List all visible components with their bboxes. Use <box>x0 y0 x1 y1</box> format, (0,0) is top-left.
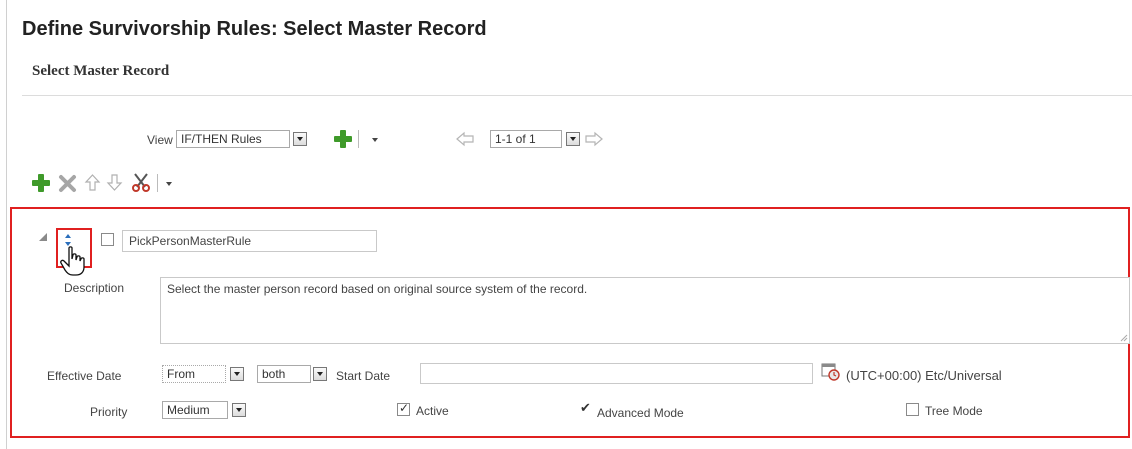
reorder-handle-icon[interactable] <box>64 234 72 246</box>
more-actions-chevron-icon[interactable] <box>166 182 172 186</box>
effective-from-dropdown-button[interactable] <box>230 367 244 381</box>
effective-both-select[interactable]: both <box>257 365 311 383</box>
description-textarea[interactable]: Select the master person record based on… <box>160 277 1130 344</box>
calendar-clock-icon[interactable] <box>821 362 841 382</box>
rule-name-input[interactable]: PickPersonMasterRule <box>122 230 377 252</box>
rule-name-value: PickPersonMasterRule <box>129 234 252 248</box>
delete-icon[interactable] <box>58 174 77 193</box>
priority-label: Priority <box>90 405 128 419</box>
start-date-label: Start Date <box>336 369 391 383</box>
pager-dropdown-button[interactable] <box>566 132 580 146</box>
effective-both-value: both <box>262 367 286 381</box>
previous-page-icon[interactable] <box>455 131 475 147</box>
toolbar-separator-2 <box>157 174 158 192</box>
view-label: View <box>147 133 173 147</box>
effective-both-dropdown-button[interactable] <box>313 367 327 381</box>
add-rule-icon[interactable] <box>333 129 353 149</box>
active-checkbox[interactable] <box>397 401 410 416</box>
move-down-icon[interactable] <box>106 173 123 192</box>
effective-from-select[interactable]: From <box>162 365 226 383</box>
hand-cursor-icon <box>60 246 85 276</box>
priority-select[interactable]: Medium <box>162 401 228 419</box>
description-value: Select the master person record based on… <box>167 282 588 296</box>
priority-dropdown-button[interactable] <box>232 403 246 417</box>
page-title: Define Survivorship Rules: Select Master… <box>22 18 487 40</box>
priority-value: Medium <box>167 403 210 417</box>
collapse-toggle-icon[interactable] <box>38 232 48 242</box>
cut-icon[interactable] <box>131 172 151 192</box>
pager-value: 1-1 of 1 <box>495 132 536 146</box>
start-date-input[interactable] <box>420 363 813 384</box>
next-page-icon[interactable] <box>584 131 604 147</box>
add-icon[interactable] <box>31 173 51 193</box>
effective-date-label: Effective Date <box>47 369 122 383</box>
effective-from-value: From <box>167 367 195 381</box>
pager-select[interactable]: 1-1 of 1 <box>490 130 562 148</box>
view-select[interactable]: IF/THEN Rules <box>176 130 290 148</box>
divider <box>22 95 1132 96</box>
tree-mode-checkbox[interactable] <box>906 403 919 416</box>
add-menu-chevron-icon[interactable] <box>372 138 378 142</box>
toolbar-separator <box>358 130 359 148</box>
resize-grip-icon[interactable] <box>1120 334 1128 342</box>
view-dropdown-button[interactable] <box>293 132 307 146</box>
view-select-value: IF/THEN Rules <box>181 132 262 146</box>
description-label: Description <box>64 281 125 295</box>
advanced-mode-checkmark-icon: ✔ <box>580 400 591 415</box>
timezone-label: (UTC+00:00) Etc/Universal <box>846 368 1002 383</box>
move-up-icon[interactable] <box>84 173 101 192</box>
advanced-mode-label: Advanced Mode <box>597 406 684 420</box>
rule-select-checkbox[interactable] <box>101 233 114 246</box>
active-label: Active <box>416 404 449 418</box>
section-title: Select Master Record <box>32 63 170 79</box>
tree-mode-label: Tree Mode <box>925 404 983 418</box>
